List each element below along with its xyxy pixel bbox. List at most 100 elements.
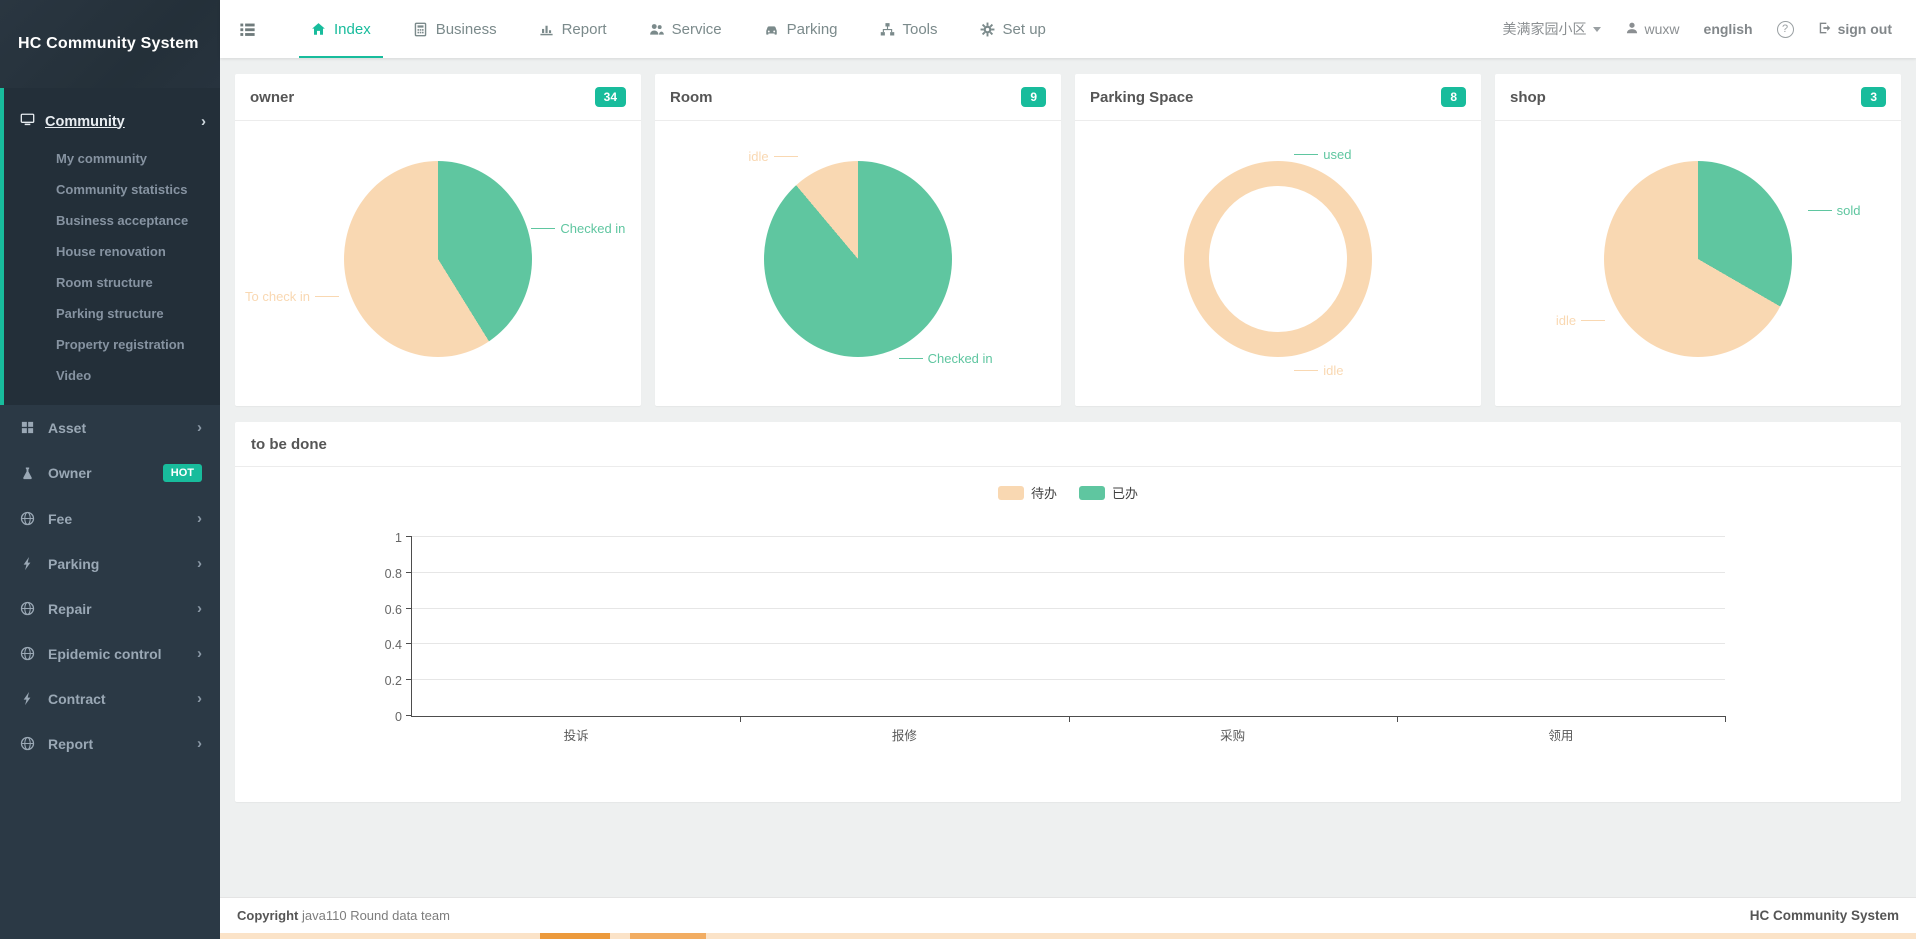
sidebar-item-asset[interactable]: Asset› [0,405,220,450]
username: wuxw [1645,21,1680,37]
sidebar-subitem-parking-structure[interactable]: Parking structure [4,298,220,329]
stat-card-title: owner [250,89,294,106]
user-icon [1625,21,1639,35]
users-icon [649,22,664,37]
user-icon [1625,21,1639,38]
stat-card-title: Room [670,89,713,106]
current-user[interactable]: wuxw [1625,21,1680,38]
bar-chart-plot[interactable]: 投诉报修采购领用 00.20.40.60.81 [411,537,1725,717]
chevron-right-icon: › [197,419,202,436]
stat-card-shop: shop3soldidle [1495,74,1901,406]
tab-business[interactable]: Business [399,0,511,58]
legend-swatch [1079,486,1105,500]
bolt-icon [20,556,35,571]
sidebar-item-repair[interactable]: Repair› [0,586,220,631]
pie-label-text: idle [748,149,768,164]
tab-set-up[interactable]: Set up [966,0,1060,58]
label-leader-line [1581,320,1605,321]
sidebar-item-fee[interactable]: Fee› [0,496,220,541]
pie-label-text: idle [1323,363,1343,378]
tab-service[interactable]: Service [635,0,736,58]
bar-group-0 [412,537,740,716]
sidebar-item-report[interactable]: Report› [0,721,220,766]
list-icon [238,20,257,39]
pie-label-checked-in: Checked in [531,221,625,236]
desktop-icon [20,112,35,131]
sidebar-header: HC Community System [0,0,220,88]
pie-chart-room[interactable] [764,161,952,357]
language-label: english [1704,21,1753,37]
tab-label: Report [562,21,607,38]
tab-report[interactable]: Report [525,0,621,58]
sidebar-item-owner[interactable]: OwnerHOT [0,450,220,496]
globe-icon [20,511,35,526]
todo-card-header: to be done [235,422,1901,467]
x-axis-label: 投诉 [412,725,740,744]
sidebar-item-epidemic-control[interactable]: Epidemic control› [0,631,220,676]
globe-icon [20,646,35,661]
dashboard-content: owner34Checked inTo check inRoom9idleChe… [220,58,1916,802]
pie-label-to-check-in: To check in [245,289,339,304]
y-axis-tick-label: 1 [395,531,402,545]
bolt-icon [20,691,35,706]
sidebar-subitem-my-community[interactable]: My community [4,143,220,174]
tab-label: Business [436,21,497,38]
y-axis-tick [406,536,412,537]
sidebar-item-contract[interactable]: Contract› [0,676,220,721]
main-area: Index Business Report Service Parking Tools Se… [220,0,1916,939]
sidebar-section-community: Community › My communityCommunity statis… [0,88,220,405]
desktop-icon [20,112,35,127]
stat-card-body: idle Checked in [655,121,1061,405]
sign-out-icon [1818,21,1832,35]
help-icon[interactable]: ? [1777,21,1794,38]
stat-card-header: owner34 [235,74,641,121]
x-axis-labels: 投诉报修采购领用 [412,725,1725,744]
footer: Copyright java110 Round data team HC Com… [220,897,1916,933]
sidebar-toggle-button[interactable] [238,20,257,39]
sidebar-subitem-business-acceptance[interactable]: Business acceptance [4,205,220,236]
calculator-icon [413,22,428,37]
sidebar-item-parking[interactable]: Parking› [0,541,220,586]
pie-chart-owner[interactable] [344,161,532,357]
y-axis-tick-label: 0 [395,710,402,724]
sign-out-label: sign out [1838,21,1892,37]
pie-label-text: idle [1556,313,1576,328]
chart-legend: 待办 已办 [235,483,1901,502]
bar-chart-icon [539,22,554,37]
tab-tools[interactable]: Tools [866,0,952,58]
x-axis-tick [1397,716,1398,722]
sidebar-item-label: Repair [48,601,92,617]
tab-label: Parking [787,21,838,38]
legend-item-待办[interactable]: 待办 [998,483,1057,502]
stat-card-body: sold idle [1495,121,1901,405]
sidebar-subitem-video[interactable]: Video [4,360,220,391]
community-selector[interactable]: 美满家园小区 [1503,19,1601,39]
pie-label-sold: sold [1808,203,1861,218]
y-axis-tick [406,643,412,644]
sidebar-subitem-property-registration[interactable]: Property registration [4,329,220,360]
y-axis-tick [406,608,412,609]
tab-parking[interactable]: Parking [750,0,852,58]
sidebar-subitem-house-renovation[interactable]: House renovation [4,236,220,267]
gridline [412,536,1725,537]
copyright-team: java110 Round data team [298,908,450,923]
sidebar-subitem-room-structure[interactable]: Room structure [4,267,220,298]
gridline [412,679,1725,680]
stat-card-room: Room9idleChecked in [655,74,1061,406]
label-leader-line [774,156,798,157]
sidebar-item-community[interactable]: Community › [4,100,220,143]
pie-chart-shop[interactable] [1604,161,1792,357]
label-leader-line [531,228,555,229]
label-leader-line [899,358,923,359]
sidebar-subitem-community-statistics[interactable]: Community statistics [4,174,220,205]
legend-item-已办[interactable]: 已办 [1079,483,1138,502]
tab-index[interactable]: Index [297,0,385,58]
caret-down-icon [1593,27,1601,32]
donut-chart-parking-space[interactable] [1184,161,1372,357]
flask-icon [20,466,35,481]
y-axis-tick-label: 0.6 [385,603,402,617]
tab-label: Set up [1003,21,1046,38]
language-switcher[interactable]: english [1704,21,1753,37]
sign-out-button[interactable]: sign out [1818,21,1892,38]
pie-label-checked-in: Checked in [899,351,993,366]
